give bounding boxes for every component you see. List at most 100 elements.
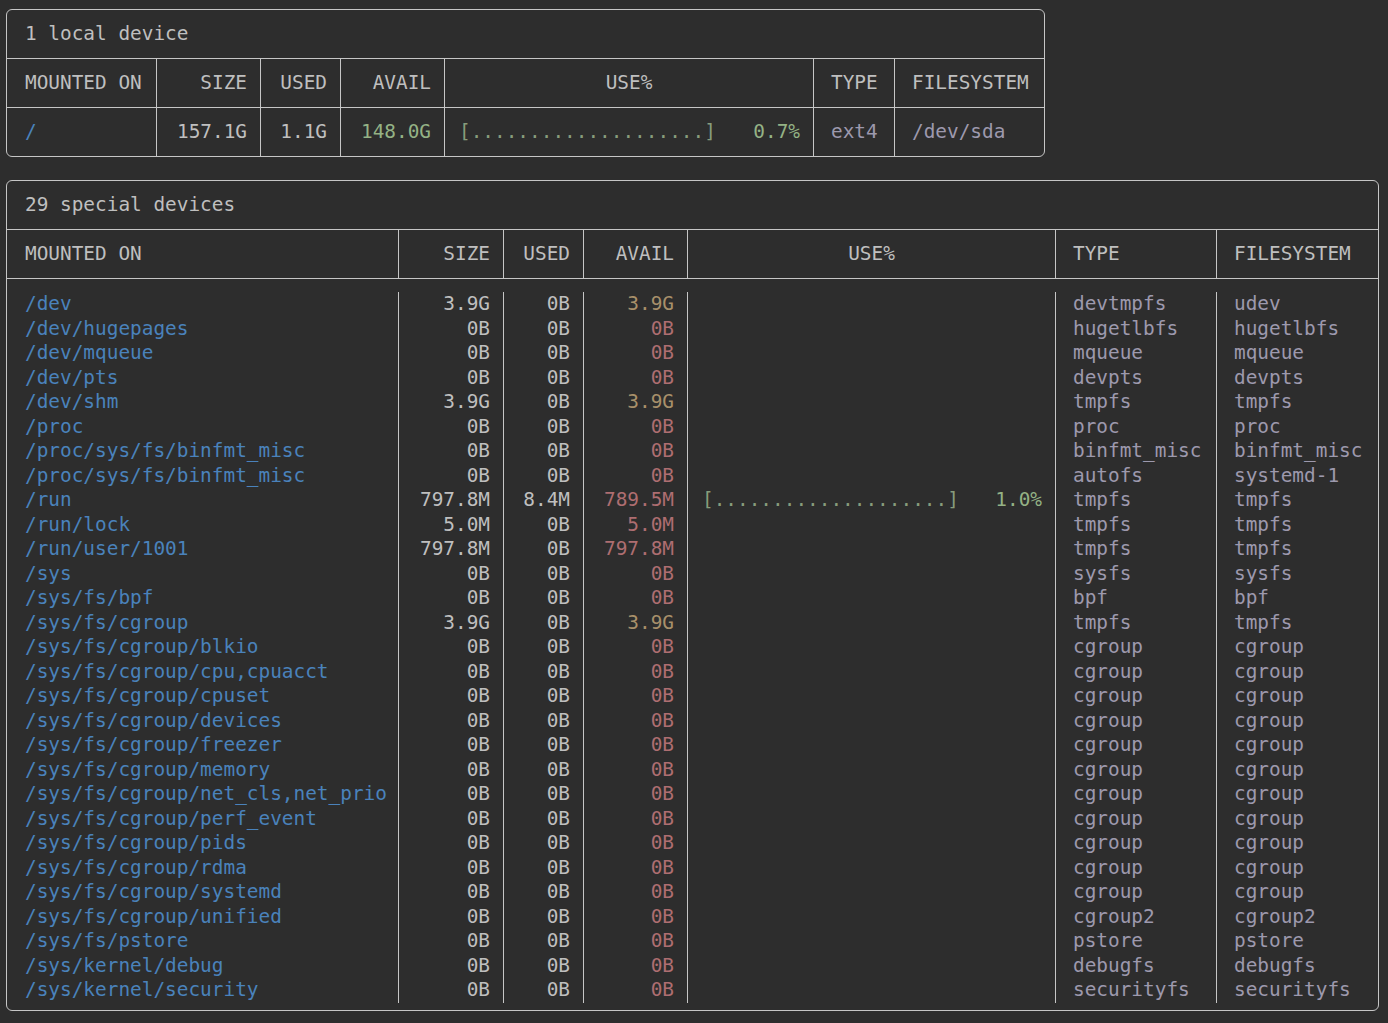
avail-value: 0B bbox=[584, 831, 688, 856]
use-percent-cell: [....................] 0.7% bbox=[445, 108, 814, 156]
column-header-size: SIZE bbox=[157, 59, 261, 107]
use-percent-cell bbox=[688, 317, 1056, 342]
column-header-use-percent: USE% bbox=[445, 59, 814, 107]
mount-point: /dev bbox=[7, 292, 399, 317]
type-value: cgroup bbox=[1056, 758, 1217, 783]
use-percent-cell bbox=[688, 831, 1056, 856]
device-row: /proc0B0B0Bprocproc bbox=[7, 415, 1378, 440]
avail-value: 797.8M bbox=[584, 537, 688, 562]
usage-percent: 0.7% bbox=[753, 108, 800, 156]
device-row: /dev3.9G0B3.9Gdevtmpfsudev bbox=[7, 292, 1378, 317]
mount-point: /proc/sys/fs/binfmt_misc bbox=[7, 464, 399, 489]
size-value: 0B bbox=[399, 929, 504, 954]
size-value: 0B bbox=[399, 856, 504, 881]
use-percent-cell bbox=[688, 660, 1056, 685]
device-row: /run/user/1001797.8M0B797.8Mtmpfstmpfs bbox=[7, 537, 1378, 562]
used-value: 0B bbox=[504, 611, 584, 636]
use-percent-cell bbox=[688, 292, 1056, 317]
use-percent-cell bbox=[688, 464, 1056, 489]
type-value: tmpfs bbox=[1056, 390, 1217, 415]
column-header-filesystem: FILESYSTEM bbox=[895, 59, 1044, 107]
device-row: /sys/fs/cgroup3.9G0B3.9Gtmpfstmpfs bbox=[7, 611, 1378, 636]
mount-point: /sys/fs/pstore bbox=[7, 929, 399, 954]
device-row: /sys/kernel/security0B0B0Bsecurityfssecu… bbox=[7, 978, 1378, 1003]
column-header-type: TYPE bbox=[814, 59, 895, 107]
used-value: 0B bbox=[504, 709, 584, 734]
mount-point: /sys/fs/cgroup/freezer bbox=[7, 733, 399, 758]
type-value: debugfs bbox=[1056, 954, 1217, 979]
mount-point: /sys/fs/cgroup/net_cls,net_prio bbox=[7, 782, 399, 807]
use-percent-cell bbox=[688, 807, 1056, 832]
device-row: /sys/fs/cgroup/systemd0B0B0Bcgroupcgroup bbox=[7, 880, 1378, 905]
type-value: autofs bbox=[1056, 464, 1217, 489]
filesystem-value: cgroup bbox=[1217, 635, 1378, 660]
use-percent-cell bbox=[688, 929, 1056, 954]
used-value: 0B bbox=[504, 439, 584, 464]
device-row: /sys/fs/cgroup/net_cls,net_prio0B0B0Bcgr… bbox=[7, 782, 1378, 807]
use-percent-cell bbox=[688, 562, 1056, 587]
avail-value: 0B bbox=[584, 317, 688, 342]
type-value: cgroup bbox=[1056, 660, 1217, 685]
mount-point: /sys/fs/cgroup/perf_event bbox=[7, 807, 399, 832]
size-value: 157.1G bbox=[157, 108, 261, 156]
type-value: cgroup2 bbox=[1056, 905, 1217, 930]
filesystem-value: tmpfs bbox=[1217, 488, 1378, 513]
avail-value: 0B bbox=[584, 341, 688, 366]
use-percent-cell bbox=[688, 733, 1056, 758]
mount-point: /proc/sys/fs/binfmt_misc bbox=[7, 439, 399, 464]
used-value: 0B bbox=[504, 366, 584, 391]
filesystem-value: cgroup bbox=[1217, 660, 1378, 685]
device-row: /sys/fs/cgroup/unified0B0B0Bcgroup2cgrou… bbox=[7, 905, 1378, 930]
used-value: 0B bbox=[504, 856, 584, 881]
filesystem-value: tmpfs bbox=[1217, 513, 1378, 538]
special-devices-body: /dev3.9G0B3.9Gdevtmpfsudev/dev/hugepages… bbox=[7, 279, 1378, 1010]
used-value: 8.4M bbox=[504, 488, 584, 513]
type-value: cgroup bbox=[1056, 782, 1217, 807]
usage-bar: [....................] bbox=[459, 108, 716, 156]
size-value: 0B bbox=[399, 586, 504, 611]
mount-point: /sys/fs/bpf bbox=[7, 586, 399, 611]
avail-value: 0B bbox=[584, 856, 688, 881]
column-header-avail: AVAIL bbox=[584, 230, 688, 278]
used-value: 0B bbox=[504, 733, 584, 758]
size-value: 0B bbox=[399, 366, 504, 391]
use-percent-cell bbox=[688, 390, 1056, 415]
size-value: 0B bbox=[399, 758, 504, 783]
device-row: /sys/kernel/debug0B0B0Bdebugfsdebugfs bbox=[7, 954, 1378, 979]
used-value: 0B bbox=[504, 513, 584, 538]
device-row: /sys/fs/cgroup/memory0B0B0Bcgroupcgroup bbox=[7, 758, 1378, 783]
avail-value: 0B bbox=[584, 905, 688, 930]
device-row: /sys/fs/cgroup/perf_event0B0B0Bcgroupcgr… bbox=[7, 807, 1378, 832]
use-percent-cell bbox=[688, 635, 1056, 660]
type-value: sysfs bbox=[1056, 562, 1217, 587]
type-value: mqueue bbox=[1056, 341, 1217, 366]
filesystem-value: debugfs bbox=[1217, 954, 1378, 979]
use-percent-cell bbox=[688, 978, 1056, 1003]
use-percent-cell bbox=[688, 611, 1056, 636]
column-header-size: SIZE bbox=[399, 230, 504, 278]
use-percent-cell bbox=[688, 415, 1056, 440]
device-row: /run/lock5.0M0B5.0Mtmpfstmpfs bbox=[7, 513, 1378, 538]
avail-value: 3.9G bbox=[584, 390, 688, 415]
avail-value: 0B bbox=[584, 684, 688, 709]
mount-point: /sys/fs/cgroup/memory bbox=[7, 758, 399, 783]
used-value: 0B bbox=[504, 905, 584, 930]
local-devices-title: 1 local device bbox=[7, 10, 1044, 59]
use-percent-cell bbox=[688, 856, 1056, 881]
mount-point: /sys/fs/cgroup bbox=[7, 611, 399, 636]
filesystem-value: /dev/sda bbox=[895, 108, 1044, 156]
used-value: 0B bbox=[504, 660, 584, 685]
type-value: securityfs bbox=[1056, 978, 1217, 1003]
filesystem-value: cgroup bbox=[1217, 684, 1378, 709]
mount-point: /dev/mqueue bbox=[7, 341, 399, 366]
device-row: /sys/fs/cgroup/devices0B0B0Bcgroupcgroup bbox=[7, 709, 1378, 734]
size-value: 3.9G bbox=[399, 390, 504, 415]
avail-value: 0B bbox=[584, 439, 688, 464]
filesystem-value: securityfs bbox=[1217, 978, 1378, 1003]
size-value: 0B bbox=[399, 807, 504, 832]
filesystem-value: bpf bbox=[1217, 586, 1378, 611]
filesystem-value: pstore bbox=[1217, 929, 1378, 954]
use-percent-cell: [....................]1.0% bbox=[688, 488, 1056, 513]
avail-value: 148.0G bbox=[341, 108, 445, 156]
mount-point: /sys/fs/cgroup/rdma bbox=[7, 856, 399, 881]
